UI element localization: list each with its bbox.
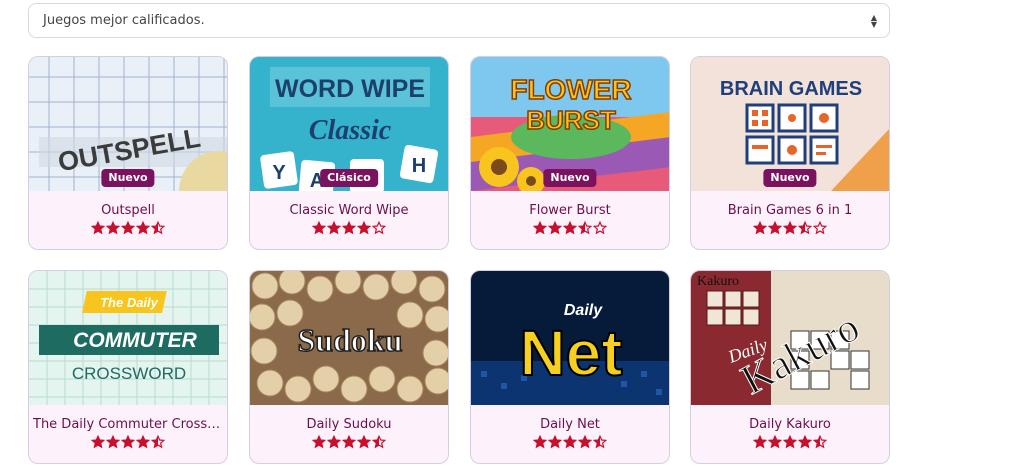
star-rating <box>691 435 889 449</box>
game-card-daily-commuter-crossword[interactable]: The Daily COMMUTER CROSSWORD The Daily C… <box>28 270 228 464</box>
star-full-icon <box>327 435 341 449</box>
select-arrows-icon: ▲ ▼ <box>870 13 877 29</box>
thumb-text: The Daily <box>100 295 159 310</box>
star-full-icon <box>106 221 120 235</box>
thumb-text: WORD WIPE <box>275 75 425 103</box>
game-card-daily-kakuro[interactable]: Kakuro Daily Kakuro Daily Kakuro <box>690 270 890 464</box>
star-full-icon <box>312 435 326 449</box>
star-full-icon <box>121 221 135 235</box>
game-card-brain-games[interactable]: BRAIN GAMES Nuevo Brain Games 6 in 1 <box>690 56 890 250</box>
star-half-icon <box>593 435 607 449</box>
game-card-daily-net[interactable]: Daily Net Daily Net <box>470 270 670 464</box>
game-title: Daily Net <box>540 417 600 432</box>
game-card-classic-word-wipe[interactable]: WORD WIPE Classic Y A O H Clásico Classi… <box>249 56 449 250</box>
thumb-text: Net <box>519 317 622 389</box>
star-empty-icon <box>593 221 607 235</box>
thumb-text: Classic <box>309 115 392 146</box>
status-badge: Nuevo <box>101 169 155 187</box>
star-rating <box>691 221 889 235</box>
game-title: Daily Sudoku <box>306 417 392 432</box>
star-rating <box>471 435 669 449</box>
game-thumbnail: Daily Net <box>471 271 669 405</box>
star-full-icon <box>798 435 812 449</box>
sort-select[interactable]: Juegos mejor calificados. ▲ ▼ <box>28 3 890 38</box>
star-full-icon <box>342 435 356 449</box>
star-full-icon <box>342 221 356 235</box>
star-full-icon <box>783 221 797 235</box>
game-title: Outspell <box>101 203 155 218</box>
star-full-icon <box>357 435 371 449</box>
game-title: Classic Word Wipe <box>289 203 409 218</box>
status-badge: Nuevo <box>763 169 817 187</box>
game-title: The Daily Commuter Crosswo… <box>33 417 223 432</box>
star-half-icon <box>151 221 165 235</box>
status-badge: Nuevo <box>543 169 597 187</box>
thumb-text: Sudoku <box>298 322 403 358</box>
thumb-text: FLOWER <box>510 74 631 105</box>
star-full-icon <box>783 435 797 449</box>
game-title: Daily Kakuro <box>749 417 831 432</box>
thumb-text: COMMUTER <box>73 329 197 352</box>
star-full-icon <box>563 221 577 235</box>
star-half-icon <box>372 435 386 449</box>
star-half-icon <box>151 435 165 449</box>
game-title: Flower Burst <box>529 203 611 218</box>
game-card-daily-sudoku[interactable]: Sudoku Daily Sudoku <box>249 270 449 464</box>
thumb-text: BURST <box>526 105 616 135</box>
game-thumbnail: Sudoku <box>250 271 448 405</box>
star-full-icon <box>753 435 767 449</box>
star-full-icon <box>121 435 135 449</box>
thumb-text: BRAIN GAMES <box>720 78 862 100</box>
sort-select-value: Juegos mejor calificados. <box>43 13 205 28</box>
star-full-icon <box>91 221 105 235</box>
star-full-icon <box>312 221 326 235</box>
star-rating <box>29 435 227 449</box>
game-card-flower-burst[interactable]: FLOWER BURST Nuevo Flower Burst <box>470 56 670 250</box>
tile-letter: H <box>412 155 426 177</box>
status-badge: Clásico <box>320 169 378 187</box>
star-full-icon <box>768 435 782 449</box>
game-title: Brain Games 6 in 1 <box>727 203 853 218</box>
star-rating <box>250 435 448 449</box>
thumb-text: CROSSWORD <box>72 364 186 383</box>
star-full-icon <box>106 435 120 449</box>
star-half-icon <box>813 435 827 449</box>
star-full-icon <box>563 435 577 449</box>
star-rating <box>29 221 227 235</box>
star-full-icon <box>578 435 592 449</box>
game-thumbnail: Kakuro Daily Kakuro <box>691 271 889 405</box>
tile-letter: Y <box>272 162 286 184</box>
star-empty-icon <box>813 221 827 235</box>
star-full-icon <box>91 435 105 449</box>
star-empty-icon <box>372 221 386 235</box>
star-full-icon <box>357 221 371 235</box>
star-full-icon <box>533 221 547 235</box>
star-full-icon <box>533 435 547 449</box>
star-full-icon <box>768 221 782 235</box>
star-full-icon <box>753 221 767 235</box>
star-half-icon <box>798 221 812 235</box>
star-full-icon <box>548 435 562 449</box>
star-half-icon <box>578 221 592 235</box>
thumb-text: Kakuro <box>697 274 739 289</box>
star-full-icon <box>548 221 562 235</box>
star-rating <box>471 221 669 235</box>
game-thumbnail: The Daily COMMUTER CROSSWORD <box>29 271 227 405</box>
game-card-outspell[interactable]: OUTSPELL Nuevo Outspell <box>28 56 228 250</box>
star-full-icon <box>136 221 150 235</box>
star-rating <box>250 221 448 235</box>
star-full-icon <box>136 435 150 449</box>
star-full-icon <box>327 221 341 235</box>
